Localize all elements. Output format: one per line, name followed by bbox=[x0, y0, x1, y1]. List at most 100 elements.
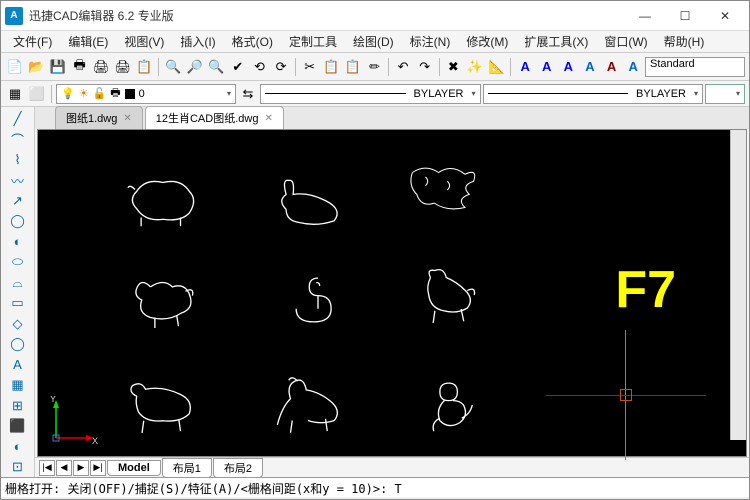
toolbar-button[interactable]: 🔍 bbox=[163, 57, 183, 77]
draw-tool-button[interactable]: ◐ bbox=[6, 232, 30, 252]
draw-tool-button[interactable]: ◯ bbox=[6, 335, 30, 355]
print-icon: 🖶 bbox=[110, 84, 120, 103]
toolbar-main: 📄📂💾🖶🖨🖨📋🔍🔎🔍✔⟲⟳✂📋📋✏↶↷✖✨📐AAAAAAStandard bbox=[1, 53, 749, 81]
toolbar-button[interactable]: 📐 bbox=[487, 57, 507, 77]
draw-tool-button[interactable]: ⬭ bbox=[6, 253, 30, 273]
scrollbar-vertical[interactable] bbox=[730, 130, 746, 440]
layout-tab[interactable]: 布局2 bbox=[213, 458, 263, 478]
layout-tab[interactable]: 布局1 bbox=[162, 458, 212, 478]
draw-tool-button[interactable]: ⌒ bbox=[6, 130, 30, 150]
toolbar-button[interactable]: 🖨 bbox=[113, 57, 133, 77]
draw-tool-button[interactable]: ▭ bbox=[6, 294, 30, 314]
menu-item[interactable]: 窗口(W) bbox=[596, 31, 655, 52]
menu-item[interactable]: 绘图(D) bbox=[345, 31, 402, 52]
linetype-combo[interactable]: BYLAYER ▾ bbox=[260, 84, 481, 104]
text-style-button[interactable]: A bbox=[623, 57, 643, 77]
toolbar-button[interactable]: 🔎 bbox=[185, 57, 205, 77]
draw-tool-button[interactable]: ◇ bbox=[6, 314, 30, 334]
toolbar-button[interactable]: 📋 bbox=[135, 57, 155, 77]
tab-close-icon[interactable]: ✕ bbox=[123, 113, 131, 124]
toolbar-layer: ▦ ⬜ 💡 ☀ 🔓 🖶 0 ▾ ⇆ BYLAYER ▾ BYLAYER ▾ ▾ bbox=[1, 81, 749, 107]
toolbar-button[interactable]: ✖ bbox=[444, 57, 464, 77]
layer-combo[interactable]: 💡 ☀ 🔓 🖶 0 ▾ bbox=[56, 84, 236, 104]
draw-tool-button[interactable]: ⬛ bbox=[6, 417, 30, 437]
document-tab[interactable]: 12生肖CAD图纸.dwg✕ bbox=[145, 106, 284, 129]
ucs-icon: Y X bbox=[48, 396, 98, 446]
toolbar-button[interactable]: ✔ bbox=[228, 57, 248, 77]
layer-name: 0 bbox=[139, 88, 145, 100]
minimize-button[interactable]: — bbox=[625, 2, 665, 30]
menu-item[interactable]: 修改(M) bbox=[458, 31, 516, 52]
menu-item[interactable]: 帮助(H) bbox=[656, 31, 713, 52]
crosshair-pickbox bbox=[620, 389, 632, 401]
text-style-combo[interactable]: Standard bbox=[645, 57, 745, 77]
toolbar-button[interactable]: ⟲ bbox=[250, 57, 270, 77]
toolbar-button[interactable]: ✨ bbox=[465, 57, 485, 77]
layout-nav-button[interactable]: ◀ bbox=[56, 460, 72, 476]
toolbar-button[interactable]: 📄 bbox=[5, 57, 25, 77]
linetype-label: BYLAYER bbox=[414, 88, 464, 100]
menu-item[interactable]: 标注(N) bbox=[402, 31, 459, 52]
draw-tool-button[interactable]: 〰 bbox=[6, 171, 30, 191]
lineweight-combo[interactable]: BYLAYER ▾ bbox=[483, 84, 704, 104]
toolbar-button[interactable]: ✏ bbox=[365, 57, 385, 77]
layer-prev-icon[interactable]: ⇆ bbox=[238, 84, 258, 104]
toolbar-button[interactable]: ↶ bbox=[393, 57, 413, 77]
draw-tool-button[interactable]: ◐ bbox=[6, 437, 30, 457]
layout-nav-button[interactable]: ▶ bbox=[73, 460, 89, 476]
lock-icon: 🔓 bbox=[93, 87, 107, 100]
menu-item[interactable]: 编辑(E) bbox=[60, 31, 116, 52]
draw-tool-button[interactable]: A bbox=[6, 355, 30, 375]
toolbar-button[interactable]: ⟳ bbox=[271, 57, 291, 77]
toolbar-button[interactable]: 💾 bbox=[48, 57, 68, 77]
chevron-down-icon: ▾ bbox=[471, 89, 475, 98]
toolbar-button[interactable]: 🔍 bbox=[206, 57, 226, 77]
toolbar-button[interactable]: ↷ bbox=[415, 57, 435, 77]
text-style-button[interactable]: A bbox=[537, 57, 557, 77]
toolbar-button[interactable]: 🖨 bbox=[91, 57, 111, 77]
text-style-button[interactable]: A bbox=[580, 57, 600, 77]
text-style-button[interactable]: A bbox=[559, 57, 579, 77]
toolbar-button[interactable]: 📋 bbox=[322, 57, 342, 77]
draw-tool-button[interactable]: ▦ bbox=[6, 376, 30, 396]
angle-combo[interactable]: ▾ bbox=[705, 84, 745, 104]
draw-tool-button[interactable]: ⊞ bbox=[6, 396, 30, 416]
menu-item[interactable]: 格式(O) bbox=[224, 31, 281, 52]
app-logo: A bbox=[5, 7, 23, 25]
close-button[interactable]: ✕ bbox=[705, 2, 745, 30]
toolbar-button[interactable]: ✂ bbox=[300, 57, 320, 77]
toolbar-button[interactable]: 🖶 bbox=[70, 57, 90, 77]
chevron-down-icon: ▾ bbox=[736, 89, 740, 98]
draw-tool-button[interactable]: ╱ bbox=[6, 109, 30, 129]
draw-tool-button[interactable]: ⌇ bbox=[6, 150, 30, 170]
draw-tool-button[interactable]: ⌓ bbox=[6, 273, 30, 293]
text-style-button[interactable]: A bbox=[602, 57, 622, 77]
toolbar-button[interactable]: 📋 bbox=[343, 57, 363, 77]
toolbar-button[interactable]: 📂 bbox=[27, 57, 47, 77]
command-line[interactable]: 栅格打开: 关闭(OFF)/捕捉(S)/特征(A)/<栅格间距(x和y = 10… bbox=[1, 477, 749, 497]
draw-tool-button[interactable]: ◯ bbox=[6, 212, 30, 232]
app-title: 迅捷CAD编辑器 6.2 专业版 bbox=[29, 7, 625, 24]
tab-close-icon[interactable]: ✕ bbox=[264, 113, 272, 124]
menu-item[interactable]: 视图(V) bbox=[116, 31, 172, 52]
draw-tool-button[interactable]: ↗ bbox=[6, 191, 30, 211]
menu-item[interactable]: 定制工具 bbox=[281, 31, 345, 52]
zodiac-monkey bbox=[408, 370, 498, 440]
menu-item[interactable]: 插入(I) bbox=[172, 31, 223, 52]
zodiac-snake bbox=[273, 265, 363, 335]
menu-item[interactable]: 文件(F) bbox=[5, 31, 60, 52]
layout-nav-button[interactable]: ▶| bbox=[90, 460, 106, 476]
menu-item[interactable]: 扩展工具(X) bbox=[516, 31, 596, 52]
layer-icon[interactable]: ▦ bbox=[5, 84, 25, 104]
document-tab[interactable]: 图纸1.dwg✕ bbox=[55, 106, 143, 129]
drawing-canvas[interactable]: F7 Y X bbox=[37, 129, 747, 457]
layout-nav-button[interactable]: |◀ bbox=[39, 460, 55, 476]
layer-icon2[interactable]: ⬜ bbox=[27, 84, 47, 104]
overlay-key-hint: F7 bbox=[615, 260, 676, 320]
maximize-button[interactable]: ☐ bbox=[665, 2, 705, 30]
text-style-button[interactable]: A bbox=[515, 57, 535, 77]
draw-tool-button[interactable]: ⊡ bbox=[6, 458, 30, 478]
color-swatch bbox=[125, 89, 135, 99]
zodiac-rabbit bbox=[263, 170, 353, 240]
layout-tab[interactable]: Model bbox=[107, 460, 161, 476]
